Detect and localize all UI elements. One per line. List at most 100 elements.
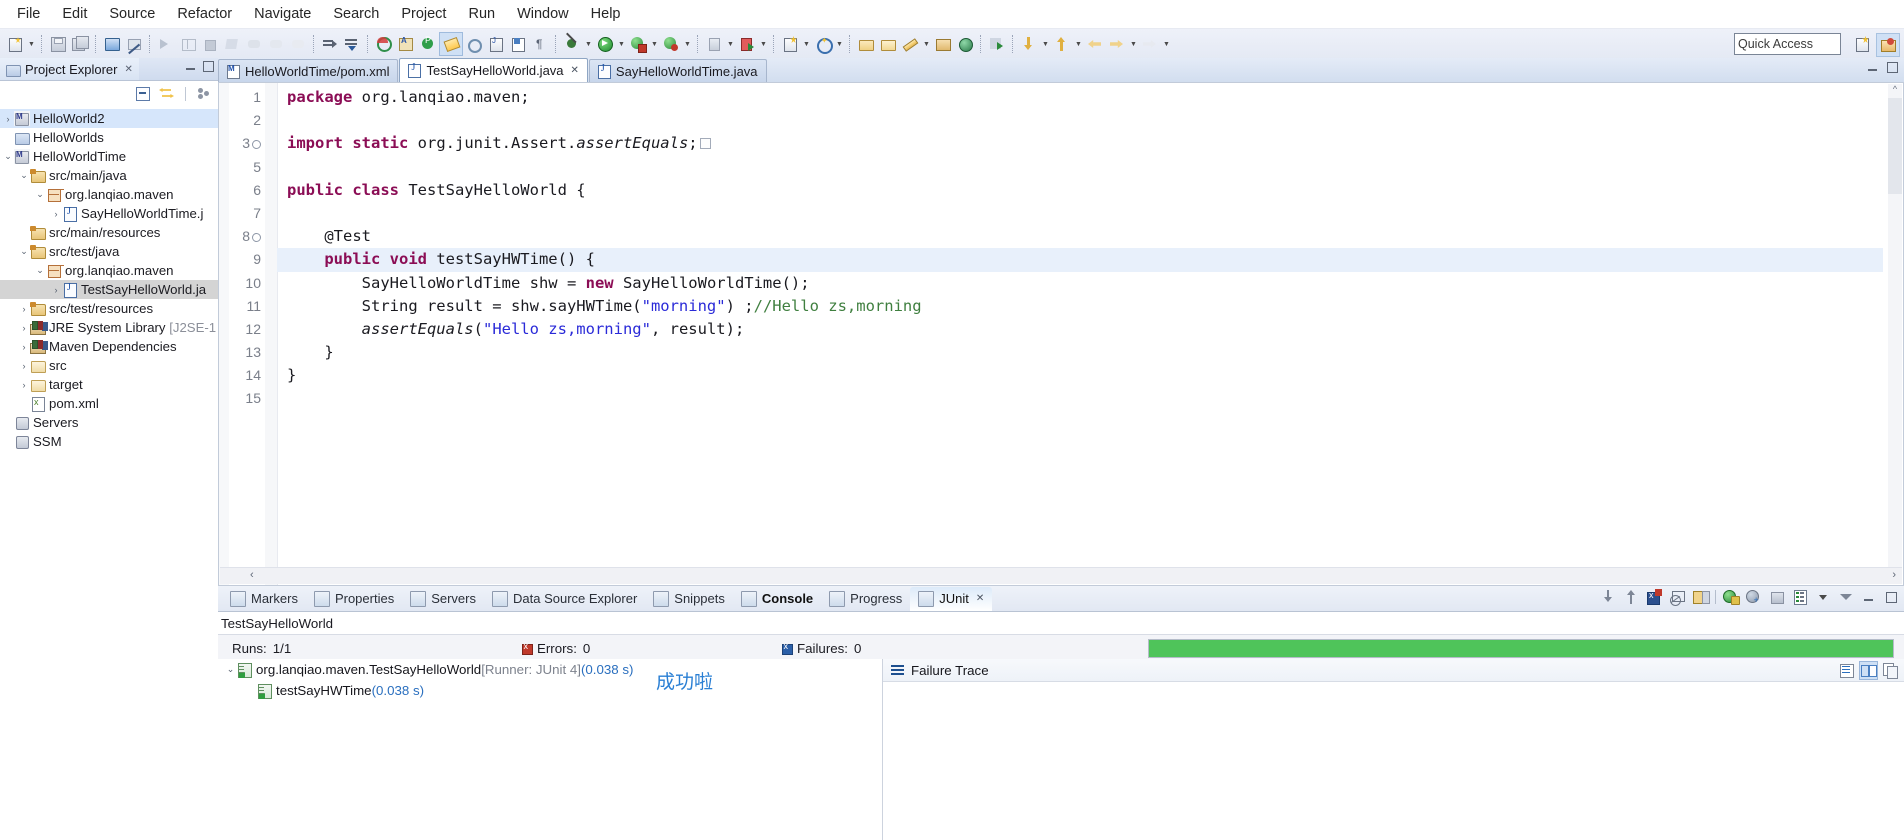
collapse-all-icon[interactable]	[135, 86, 151, 102]
new-dropdown-icon[interactable]	[26, 34, 37, 54]
globe-icon[interactable]	[954, 33, 976, 55]
tree-item[interactable]: › JRE System Library [J2SE-1	[0, 318, 218, 337]
pencil-icon[interactable]	[899, 33, 921, 55]
chevron-right-icon[interactable]: ›	[50, 285, 62, 295]
open-resource-icon[interactable]: P	[417, 33, 439, 55]
previous-annotation-icon[interactable]	[341, 33, 363, 55]
code-line[interactable]: @Test	[277, 225, 1883, 248]
history-icon[interactable]	[1791, 588, 1808, 606]
bottom-tab[interactable]: Data Source Explorer	[484, 587, 645, 611]
build-icon[interactable]	[439, 32, 463, 56]
save-icon[interactable]	[47, 33, 69, 55]
new-wizard-icon[interactable]	[4, 33, 26, 55]
editor-tab[interactable]: HelloWorldTime/pom.xml	[218, 59, 399, 82]
editor-tab[interactable]: SayHelloWorldTime.java	[588, 59, 767, 82]
chevron-right-icon[interactable]: ›	[18, 342, 30, 352]
editor-minimize-icon[interactable]	[1867, 62, 1878, 73]
code-line[interactable]: public void testSayHWTime() {	[277, 248, 1883, 272]
code-line[interactable]: }	[277, 341, 1883, 364]
junit-tree-row[interactable]: testSayHWTime (0.038 s)	[218, 680, 882, 701]
refresh2-icon[interactable]: ✦	[812, 33, 834, 55]
run-ant-icon[interactable]	[986, 33, 1008, 55]
minimize-icon[interactable]	[1860, 588, 1877, 606]
open-task-icon[interactable]	[177, 33, 199, 55]
paragraph-icon[interactable]: ¶	[529, 33, 551, 55]
server-icon[interactable]	[703, 33, 725, 55]
forward-nav-icon[interactable]	[1018, 33, 1040, 55]
bottom-tab[interactable]: Console	[733, 587, 821, 611]
tree-item[interactable]: Servers	[0, 413, 218, 432]
package-explorer-icon[interactable]	[932, 33, 954, 55]
new-class-icon[interactable]	[507, 33, 529, 55]
project-tree[interactable]: ›HelloWorld2HelloWorlds⌄HelloWorldTime⌄s…	[0, 107, 218, 451]
chevron-down-icon[interactable]: ⌄	[34, 189, 46, 200]
code-line[interactable]: SayHelloWorldTime shw = new SayHelloWorl…	[277, 272, 1883, 295]
perspective-java-ee-button[interactable]	[1876, 33, 1900, 57]
profile-dropdown-icon[interactable]	[682, 34, 693, 54]
code-line[interactable]	[277, 387, 1883, 410]
coverage-icon[interactable]	[627, 33, 649, 55]
new-wizard2-icon[interactable]	[779, 33, 801, 55]
bottom-tab[interactable]: Progress	[821, 587, 910, 611]
menu-item-search[interactable]: Search	[322, 3, 390, 25]
rerun-test-icon[interactable]	[1722, 588, 1740, 606]
forward-dropdown-icon[interactable]	[1040, 34, 1051, 54]
back-nav-icon[interactable]	[1051, 33, 1073, 55]
close-icon[interactable]: ✕	[976, 593, 984, 604]
stop-icon[interactable]	[199, 33, 221, 55]
forward-arrow-icon[interactable]	[1106, 33, 1128, 55]
code-line[interactable]: public class TestSayHelloWorld {	[277, 179, 1883, 202]
print-icon[interactable]	[101, 33, 123, 55]
quick-access-input[interactable]: Quick Access	[1734, 33, 1841, 55]
coverage-dropdown-icon[interactable]	[649, 34, 660, 54]
tree-item[interactable]: ⌄ org.lanqiao.maven	[0, 261, 218, 280]
open-folder2-icon[interactable]	[877, 33, 899, 55]
show-failures-only-icon[interactable]: x	[1646, 588, 1663, 606]
back-arrow-icon[interactable]	[1084, 33, 1106, 55]
tree-item[interactable]: src/main/resources	[0, 223, 218, 242]
tree-item[interactable]: ⌄ src/test/java	[0, 242, 218, 261]
editor-maximize-icon[interactable]	[1887, 62, 1898, 73]
chevron-right-icon[interactable]: ›	[50, 209, 62, 219]
chevron-right-icon[interactable]: ›	[18, 304, 30, 314]
tree-item[interactable]: › src	[0, 356, 218, 375]
link-with-editor-icon[interactable]	[159, 86, 175, 102]
tree-item[interactable]: › src/test/resources	[0, 299, 218, 318]
previous-failure-icon[interactable]	[1623, 588, 1640, 606]
editor-tab[interactable]: TestSayHelloWorld.java ✕	[399, 58, 588, 82]
link-icon[interactable]	[287, 33, 309, 55]
compare-result-icon[interactable]	[1859, 661, 1878, 680]
bottom-tab[interactable]: Snippets	[645, 587, 733, 611]
chevron-down-icon[interactable]: ⌄	[34, 265, 46, 276]
maximize-icon[interactable]	[1883, 588, 1900, 606]
menu-item-run[interactable]: Run	[457, 3, 506, 25]
fold-toggle-icon[interactable]	[252, 232, 261, 242]
chevron-down-icon[interactable]: ⌄	[18, 170, 30, 181]
scroll-left-icon[interactable]: ‹	[250, 569, 254, 581]
next-arrow-dropdown-icon[interactable]	[1161, 34, 1172, 54]
search-icon[interactable]	[373, 33, 395, 55]
history-dropdown-icon[interactable]	[1814, 588, 1831, 606]
chevron-down-icon[interactable]: ⌄	[18, 246, 30, 257]
code-line[interactable]: assertEquals("Hello zs,morning", result)…	[277, 318, 1883, 341]
back-dropdown-icon[interactable]	[1073, 34, 1084, 54]
run-last-tool-icon[interactable]	[155, 33, 177, 55]
tab-project-explorer[interactable]: Project Explorer ✕	[0, 58, 139, 80]
code-line[interactable]	[277, 109, 1883, 132]
open-folder-icon[interactable]	[855, 33, 877, 55]
run-dropdown-icon[interactable]	[616, 34, 627, 54]
chevron-down-icon[interactable]: ⌄	[2, 151, 14, 162]
forward-arrow-dropdown-icon[interactable]	[1128, 34, 1139, 54]
editor-text[interactable]: package org.lanqiao.maven; import static …	[277, 86, 1883, 585]
run-server-dropdown-icon[interactable]	[758, 34, 769, 54]
chevron-right-icon[interactable]: ›	[2, 114, 14, 124]
tree-item[interactable]: › Maven Dependencies	[0, 337, 218, 356]
filter-stack-trace-icon[interactable]	[1837, 661, 1856, 680]
stop-icon[interactable]	[1669, 588, 1686, 606]
bottom-tab[interactable]: Properties	[306, 587, 402, 611]
lock-icon[interactable]	[1692, 588, 1710, 606]
editor-vertical-scrollbar[interactable]: ^	[1888, 84, 1902, 567]
menu-item-edit[interactable]: Edit	[51, 3, 98, 25]
code-line[interactable]	[277, 156, 1883, 179]
save-all-icon[interactable]	[69, 33, 91, 55]
